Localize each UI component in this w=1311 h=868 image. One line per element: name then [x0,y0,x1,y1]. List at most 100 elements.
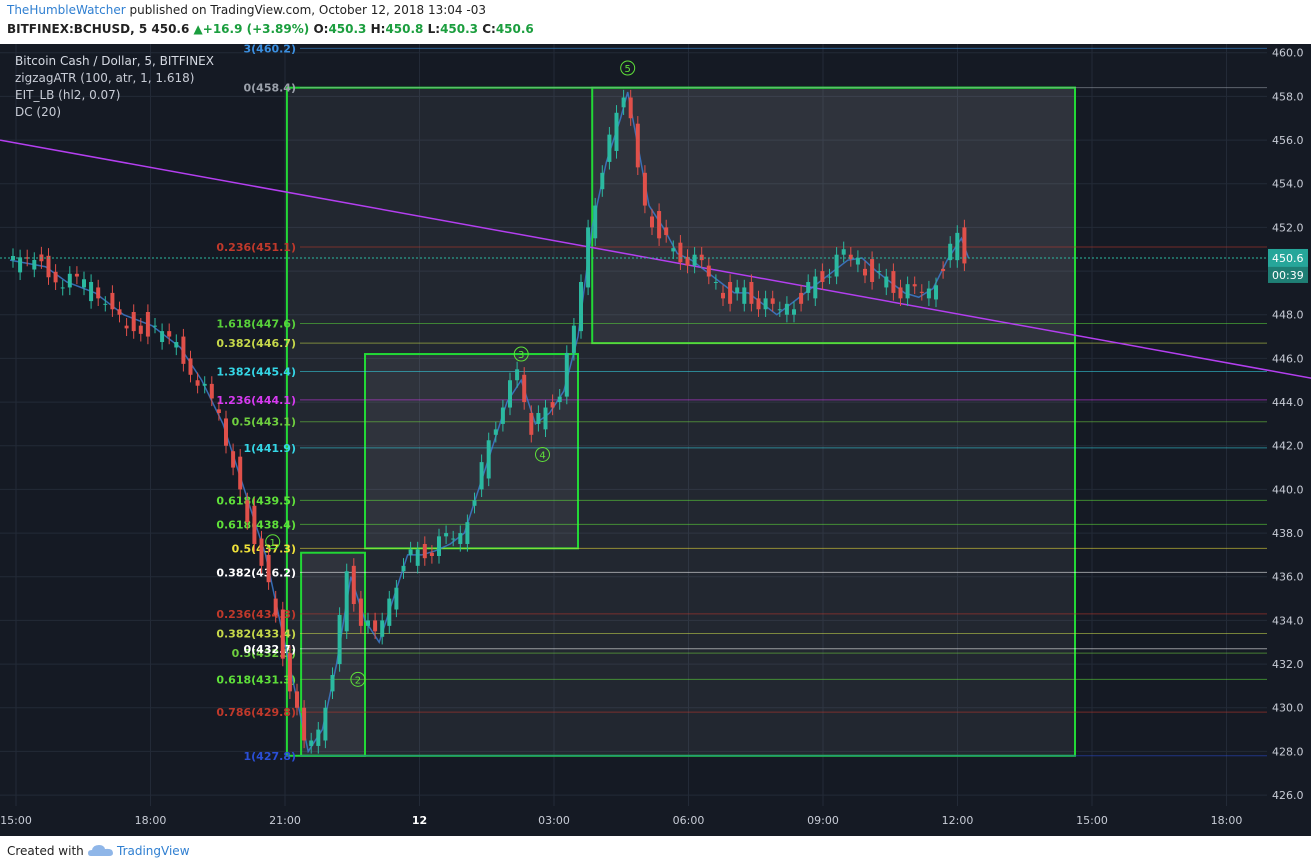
fib-level-label: 1.382(445.4) [216,366,296,379]
candle-body [145,312,150,337]
legend-indicator-eit[interactable]: EIT_LB (hl2, 0.07) [15,87,214,104]
legend-title: Bitcoin Cash / Dollar, 5, BITFINEX [15,54,214,68]
candle-body [408,549,413,555]
candle-body [515,369,520,381]
price-tick-label: 452.0 [1272,221,1304,234]
time-tick-label: 21:00 [269,814,301,827]
candle-body [451,538,456,540]
candle-body [841,249,846,255]
candle-body [806,281,811,293]
candle-body [110,292,115,310]
candle-body [437,536,441,557]
candle-body [799,292,804,304]
candle-body [160,331,165,343]
fib-level-label: 0.382(436.2) [216,566,296,579]
candle-body [46,255,51,278]
candle-body [216,409,221,413]
candle-body [571,325,576,353]
candle-body [209,383,214,399]
fib-level-label: 1(441.9) [243,442,296,455]
fib-level-label: 0.5(443.1) [232,416,296,429]
candle-body [543,407,548,430]
candle-body [650,216,654,228]
candle-body [692,254,697,266]
candle-body [174,342,179,348]
tradingview-link[interactable]: TradingView [117,844,190,858]
candle-body [642,172,647,206]
candle-body [557,396,562,403]
candle-body [486,440,491,479]
candle-body [735,287,740,293]
candle-body [458,533,463,544]
candle-body [138,325,143,334]
candle-body [721,292,725,299]
candle-body [401,565,406,572]
candle-body [600,172,605,190]
candle-body [96,287,101,299]
candle-body [32,259,37,270]
wave-label: 1 [270,538,276,549]
price-tick-label: 460.0 [1272,47,1304,60]
author-link[interactable]: TheHumbleWatcher [7,3,126,17]
candle-body [387,598,392,626]
price-tick-label: 456.0 [1272,134,1304,147]
candle-body [813,276,818,299]
open-value: 450.3 [328,22,367,36]
symbol-label: BITFINEX:BCHUSD, 5 [7,22,148,36]
candle-body [422,543,427,559]
price-tick-label: 446.0 [1272,352,1304,365]
candle-body [493,429,498,435]
candle-body [60,287,65,289]
last-price: 450.6 [151,22,190,36]
candle-body [664,227,669,236]
candle-body [429,552,434,557]
candle-body [614,112,619,151]
fib-level-label: 0.618(431.3) [216,673,296,686]
candle-body [124,325,129,329]
candle-body [344,571,349,632]
chart-legend: Bitcoin Cash / Dollar, 5, BITFINEX zigza… [15,53,214,121]
candle-body [302,707,307,741]
candle-body [366,620,370,626]
candle-body [713,281,718,283]
price-tick-label: 430.0 [1272,702,1304,715]
candle-body [373,620,378,632]
price-tick-label: 428.0 [1272,745,1304,758]
close-value: 450.6 [495,22,534,36]
candle-body [309,740,314,746]
candle-body [358,598,363,626]
wave-label: 5 [625,64,631,75]
candle-body [763,298,768,310]
candle-body [245,500,250,523]
candle-body [564,352,569,397]
candle-body [74,273,79,277]
fib-level-label: 0(458.4) [243,82,296,95]
candle-body [82,279,86,288]
tradingview-cloud-icon [88,845,113,856]
candle-body [330,674,335,692]
time-tick-label: 15:00 [1076,814,1108,827]
candle-body [415,549,420,566]
price-tick-label: 448.0 [1272,309,1304,322]
last-price-text: 450.6 [1272,252,1304,265]
price-tick-label: 444.0 [1272,396,1304,409]
candle-body [770,298,775,304]
publish-line: TheHumbleWatcher published on TradingVie… [7,3,486,17]
fib-level-label: 0.786(429.8) [216,706,296,719]
time-tick-label: 12:00 [942,814,974,827]
candle-body [884,276,889,288]
legend-indicator-dc[interactable]: DC (20) [15,104,214,121]
candle-body [117,309,122,315]
candle-body [273,598,278,615]
candle-body [522,374,527,403]
candle-body [706,265,711,277]
open-label: O: [313,22,329,36]
legend-indicator-zigzag[interactable]: zigzagATR (100, atr, 1, 1.618) [15,70,214,87]
candle-body [635,123,640,168]
candle-body [53,271,58,283]
price-chart[interactable]: 3(460.2) 0(458.4) 0.236(451.1) 1.618(447.6)… [0,44,1311,836]
candle-body [607,134,612,162]
candle-body [394,587,399,610]
candle-body [749,281,754,304]
price-tick-label: 442.0 [1272,440,1304,453]
